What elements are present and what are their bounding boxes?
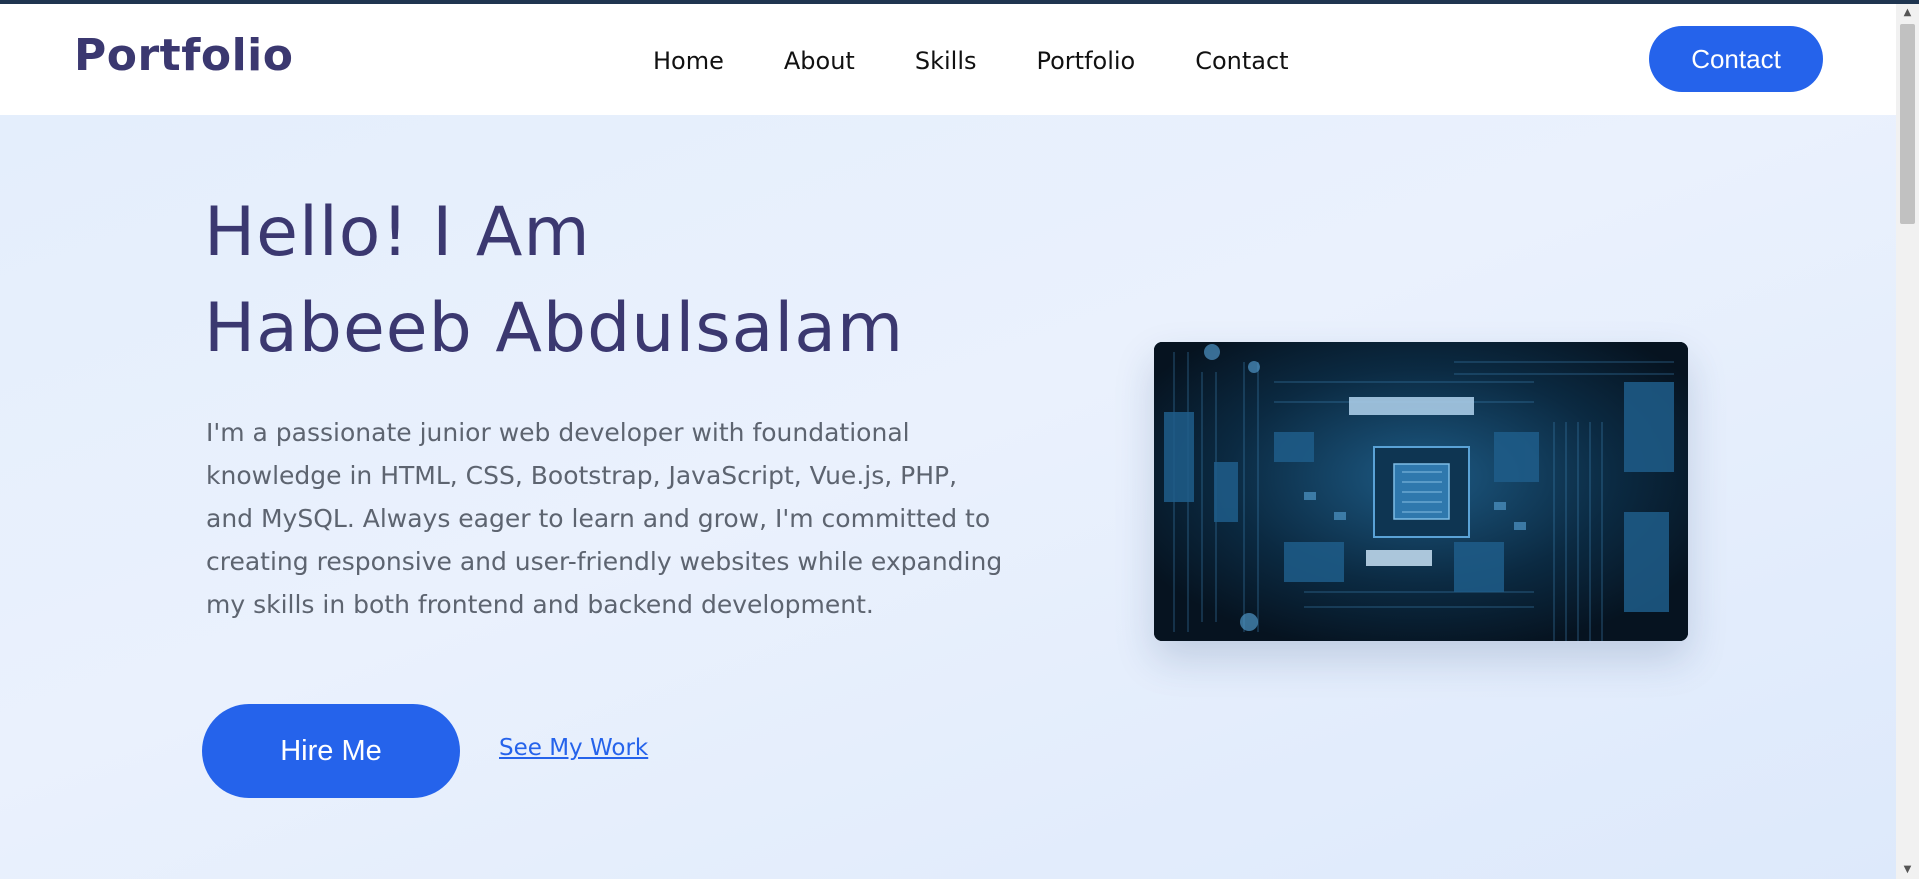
scrollbar-thumb[interactable] <box>1900 24 1915 224</box>
nav-link-skills[interactable]: Skills <box>915 44 977 78</box>
nav-link-about[interactable]: About <box>784 44 855 78</box>
nav-link-home[interactable]: Home <box>653 44 724 78</box>
site-header: Portfolio Home About Skills Portfolio Co… <box>0 4 1896 115</box>
contact-button[interactable]: Contact <box>1649 26 1823 92</box>
hire-me-button[interactable]: Hire Me <box>202 704 460 798</box>
page-scrollbar[interactable]: ▲ ▼ <box>1896 4 1919 879</box>
nav-link-contact[interactable]: Contact <box>1195 44 1288 78</box>
circuit-board-image <box>1154 342 1688 641</box>
see-my-work-link[interactable]: See My Work <box>499 735 648 761</box>
hero-description: I'm a passionate junior web developer wi… <box>206 418 1003 619</box>
hero-section: Hello! I Am Habeeb Abdulsalam I'm a pass… <box>0 115 1896 879</box>
hero-title-line-1: Hello! I Am <box>204 193 591 272</box>
hero-title-line-2: Habeeb Abdulsalam <box>204 289 905 368</box>
scroll-down-icon[interactable]: ▼ <box>1896 861 1919 879</box>
site-logo[interactable]: Portfolio <box>74 30 293 81</box>
scroll-up-icon[interactable]: ▲ <box>1896 4 1919 22</box>
main-nav: Home About Skills Portfolio Contact <box>653 44 1349 78</box>
nav-link-portfolio[interactable]: Portfolio <box>1036 44 1135 78</box>
hero-title: Hello! I Am Habeeb Abdulsalam <box>204 185 904 377</box>
